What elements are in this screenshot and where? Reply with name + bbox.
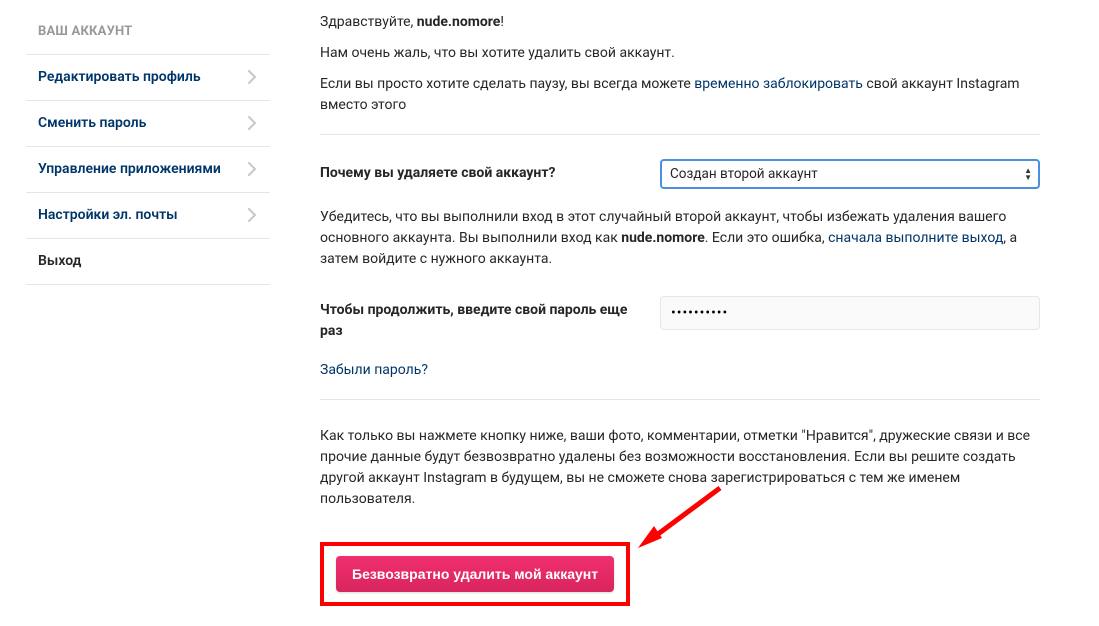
sign-out-first-link[interactable]: сначала выполните выход (828, 230, 1003, 246)
reason-selected-value: Создан второй аккаунт (670, 164, 818, 184)
greeting-suffix: ! (500, 14, 504, 30)
reason-label: Почему вы удаляете свой аккаунт? (320, 159, 640, 184)
sidebar-item-label: Выход (38, 251, 81, 272)
hint-username: nude.nomore (621, 230, 705, 246)
hint-mid: . Если это ошибка, (705, 230, 828, 246)
main-content: Здравствуйте, nude.nomore! Нам очень жал… (270, 0, 1070, 626)
forgot-password-row: Забыли пароль? (320, 360, 1040, 381)
pause-prefix: Если вы просто хотите сделать паузу, вы … (320, 76, 694, 92)
second-account-hint: Убедитесь, что вы выполнили вход в этот … (320, 207, 1040, 270)
sidebar-title: ВАШ АККАУНТ (26, 10, 270, 54)
chevron-right-icon (248, 162, 256, 176)
pause-suggestion: Если вы просто хотите сделать паузу, вы … (320, 74, 1040, 116)
sidebar: ВАШ АККАУНТ Редактировать профиль Сменит… (0, 0, 270, 626)
password-input[interactable] (660, 296, 1040, 330)
divider (320, 399, 1040, 400)
sidebar-item-label: Управление приложениями (38, 159, 221, 180)
greeting-line: Здравствуйте, nude.nomore! (320, 12, 1040, 33)
greeting-prefix: Здравствуйте, (320, 14, 417, 30)
chevron-right-icon (248, 70, 256, 84)
sidebar-item-email-settings[interactable]: Настройки эл. почты (26, 192, 270, 238)
select-arrows-icon: ▲▼ (1024, 167, 1032, 181)
sidebar-item-label: Редактировать профиль (38, 67, 201, 88)
reason-select[interactable]: Создан второй аккаунт ▲▼ (660, 159, 1040, 189)
greeting-username: nude.nomore (417, 14, 501, 30)
chevron-right-icon (248, 208, 256, 222)
sorry-line: Нам очень жаль, что вы хотите удалить св… (320, 43, 1040, 64)
sidebar-item-logout[interactable]: Выход (26, 238, 270, 285)
password-row: Чтобы продолжить, введите свой пароль ещ… (320, 296, 1040, 342)
sidebar-item-label: Настройки эл. почты (38, 205, 178, 226)
sidebar-item-manage-apps[interactable]: Управление приложениями (26, 146, 270, 192)
reason-row: Почему вы удаляете свой аккаунт? Создан … (320, 159, 1040, 189)
divider (320, 134, 1040, 135)
sidebar-item-label: Сменить пароль (38, 113, 146, 134)
permanently-delete-button[interactable]: Безвозвратно удалить мой аккаунт (336, 556, 614, 592)
password-label: Чтобы продолжить, введите свой пароль ещ… (320, 296, 640, 342)
delete-button-highlight-box: Безвозвратно удалить мой аккаунт (320, 542, 630, 606)
sidebar-item-change-password[interactable]: Сменить пароль (26, 100, 270, 146)
delete-warning-text: Как только вы нажмете кнопку ниже, ваши … (320, 426, 1040, 510)
temporarily-disable-link[interactable]: временно заблокировать (694, 76, 863, 92)
chevron-right-icon (248, 116, 256, 130)
sidebar-item-edit-profile[interactable]: Редактировать профиль (26, 54, 270, 100)
forgot-password-link[interactable]: Забыли пароль? (320, 362, 428, 378)
